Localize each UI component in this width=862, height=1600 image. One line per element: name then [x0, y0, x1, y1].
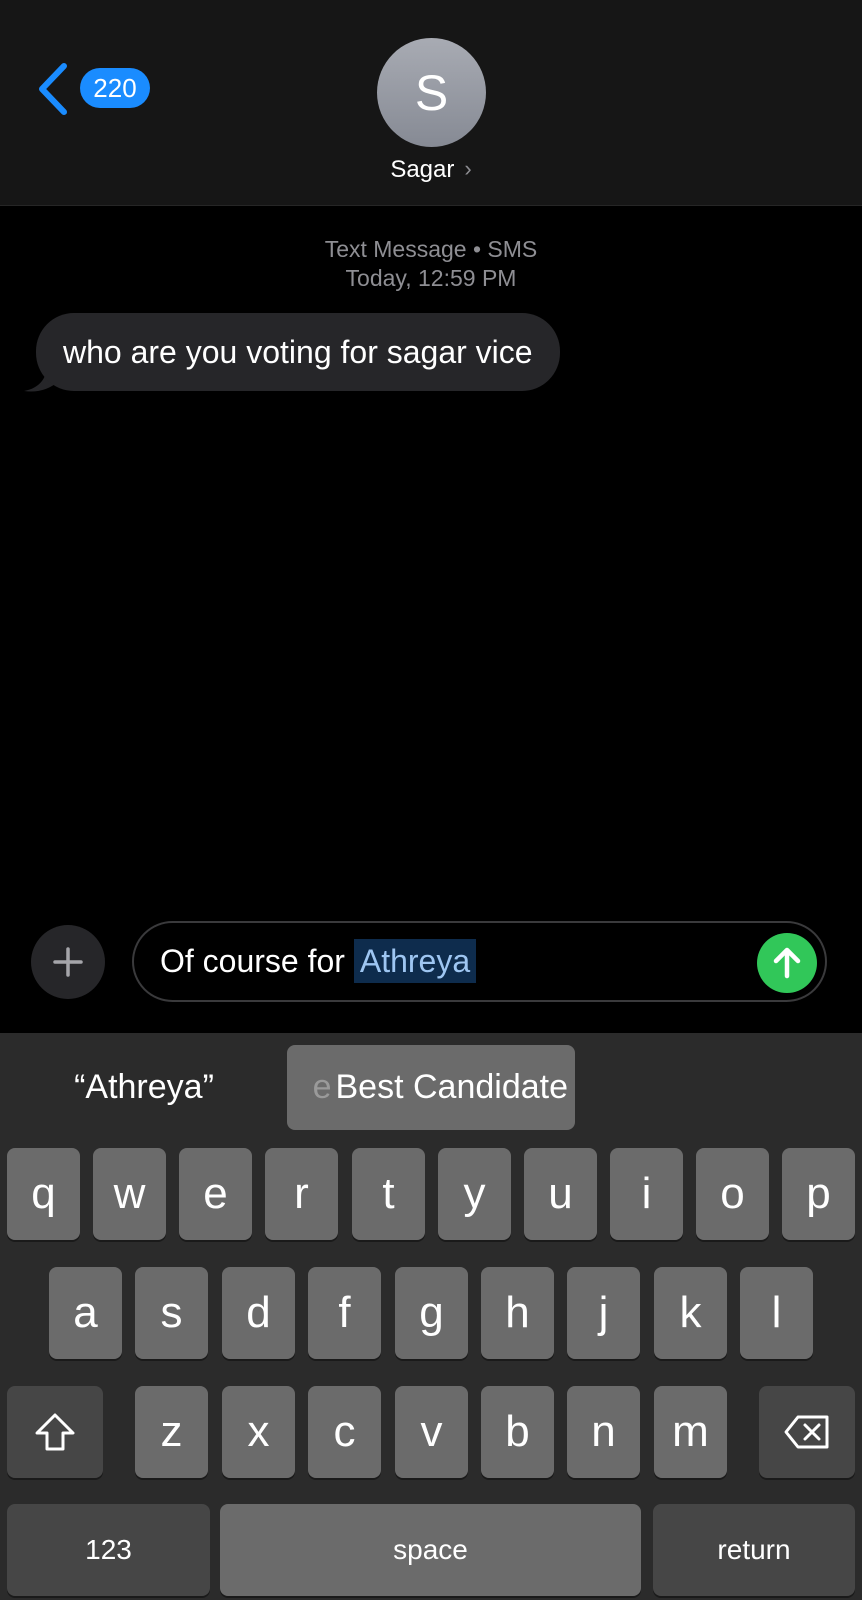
plus-icon: [53, 947, 83, 977]
key-b[interactable]: b: [481, 1386, 554, 1478]
shift-icon: [35, 1413, 75, 1451]
service-label: Text Message • SMS: [324, 236, 538, 262]
key-s[interactable]: s: [135, 1267, 208, 1359]
suggestion-highlighted[interactable]: e Best Candidate: [287, 1045, 575, 1130]
key-h[interactable]: h: [481, 1267, 554, 1359]
arrow-up-icon: [773, 947, 801, 979]
key-l[interactable]: l: [740, 1267, 813, 1359]
back-chevron-icon[interactable]: [34, 62, 74, 116]
plus-button[interactable]: [31, 925, 105, 999]
key-g[interactable]: g: [395, 1267, 468, 1359]
key-i[interactable]: i: [610, 1148, 683, 1240]
message-input[interactable]: Of course for Athreya: [132, 921, 827, 1002]
key-r[interactable]: r: [265, 1148, 338, 1240]
key-z[interactable]: z: [135, 1386, 208, 1478]
key-t[interactable]: t: [352, 1148, 425, 1240]
keyboard: “Athreya” e Best Candidate q w e r t y u …: [0, 1033, 862, 1600]
key-q[interactable]: q: [7, 1148, 80, 1240]
key-u[interactable]: u: [524, 1148, 597, 1240]
key-k[interactable]: k: [654, 1267, 727, 1359]
incoming-message[interactable]: who are you voting for sagar vice: [24, 313, 560, 392]
suggestion-fade-char: e: [312, 1068, 332, 1106]
key-o[interactable]: o: [696, 1148, 769, 1240]
contact-name-button[interactable]: Sagar ›: [0, 156, 862, 184]
key-w[interactable]: w: [93, 1148, 166, 1240]
key-c[interactable]: c: [308, 1386, 381, 1478]
conversation-header: 220 S Sagar ›: [0, 0, 862, 206]
backspace-icon: [784, 1415, 829, 1449]
suggestion-text: Best Candidate: [335, 1068, 569, 1106]
numbers-key[interactable]: 123: [7, 1504, 210, 1596]
key-f[interactable]: f: [308, 1267, 381, 1359]
message-bubble: who are you voting for sagar vice: [36, 313, 560, 391]
contact-avatar[interactable]: S: [377, 38, 486, 147]
key-y[interactable]: y: [438, 1148, 511, 1240]
message-meta: Text Message • SMS Today, 12:59 PM: [0, 235, 862, 293]
key-d[interactable]: d: [222, 1267, 295, 1359]
unread-count-badge[interactable]: 220: [80, 68, 150, 108]
contact-name: Sagar: [390, 156, 455, 183]
key-n[interactable]: n: [567, 1386, 640, 1478]
key-e[interactable]: e: [179, 1148, 252, 1240]
chevron-right-icon: ›: [464, 156, 472, 181]
selected-text: Athreya: [353, 939, 477, 983]
send-button[interactable]: [757, 933, 817, 993]
input-text-before: Of course for: [160, 943, 354, 979]
key-x[interactable]: x: [222, 1386, 295, 1478]
space-key[interactable]: space: [220, 1504, 641, 1596]
key-p[interactable]: p: [782, 1148, 855, 1240]
key-j[interactable]: j: [567, 1267, 640, 1359]
suggestion-quoted[interactable]: “Athreya”: [30, 1045, 258, 1130]
shift-key[interactable]: [7, 1386, 103, 1478]
key-m[interactable]: m: [654, 1386, 727, 1478]
message-timestamp: Today, 12:59 PM: [345, 265, 517, 291]
return-key[interactable]: return: [653, 1504, 855, 1596]
key-a[interactable]: a: [49, 1267, 122, 1359]
delete-key[interactable]: [759, 1386, 855, 1478]
message-input-text[interactable]: Of course for Athreya: [160, 923, 477, 1000]
key-v[interactable]: v: [395, 1386, 468, 1478]
